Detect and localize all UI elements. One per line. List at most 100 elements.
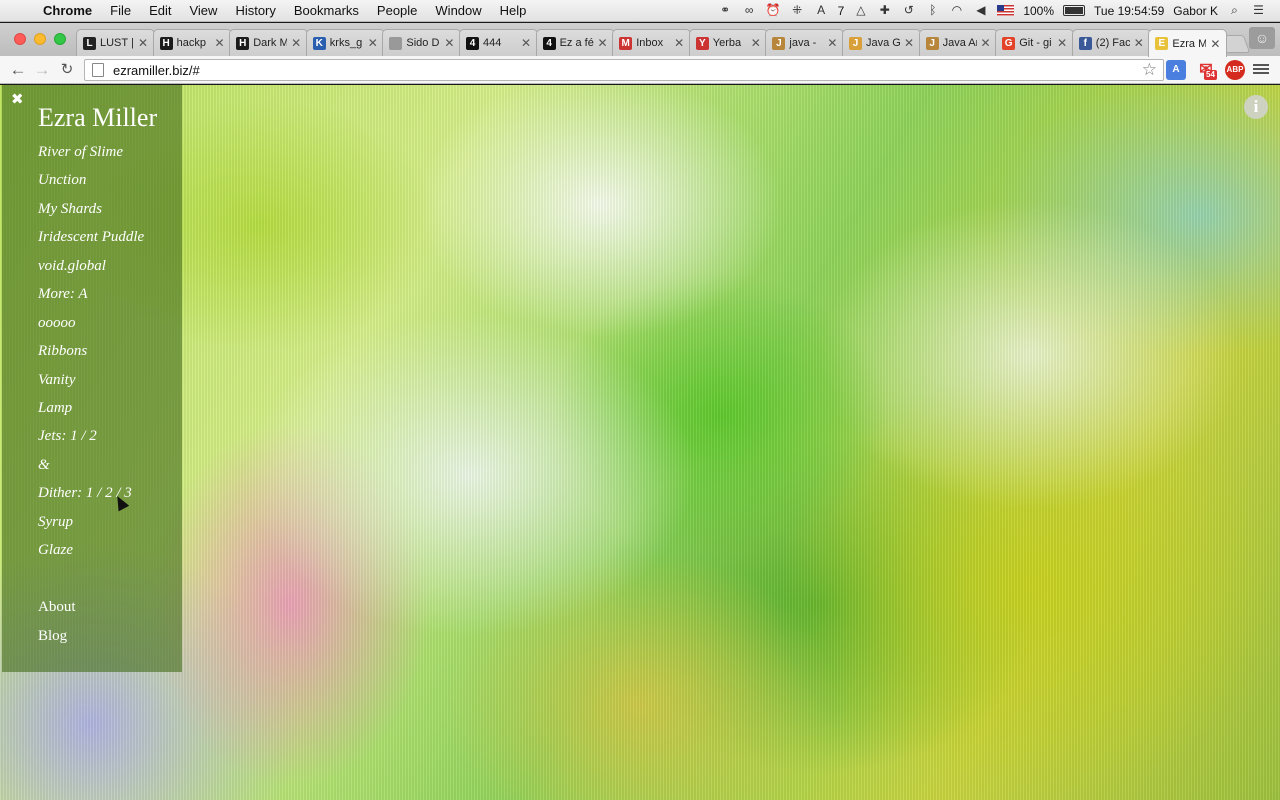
tab[interactable]: Y Yerba ✕: [688, 29, 768, 56]
work-link[interactable]: Dither: 1 / 2 / 3: [38, 483, 144, 511]
forward-icon[interactable]: →: [32, 60, 52, 80]
work-link[interactable]: River of Slime: [38, 142, 144, 170]
adobe-icon[interactable]: A: [814, 4, 829, 17]
bookmark-star-icon[interactable]: ☆: [1142, 60, 1157, 80]
work-link[interactable]: &: [38, 455, 144, 483]
tab-close-icon[interactable]: ✕: [598, 36, 608, 50]
tab[interactable]: Kkrks_g ✕: [305, 29, 385, 56]
tab-close-icon[interactable]: ✕: [521, 36, 531, 50]
tab-close-icon[interactable]: ✕: [981, 36, 991, 50]
adobe-count: 7: [837, 3, 845, 18]
tab-close-icon[interactable]: ✕: [1134, 36, 1144, 50]
tab[interactable]: f (2) Fac ✕: [1071, 29, 1151, 56]
tab-close-icon[interactable]: ✕: [751, 36, 761, 50]
tab[interactable]: 4 Ez a fé ✕: [535, 29, 615, 56]
menu-file[interactable]: File: [101, 3, 140, 18]
tab[interactable]: E Ezra M ✕: [1148, 29, 1228, 57]
spotlight-search-icon[interactable]: ⌕: [1227, 4, 1242, 17]
tab[interactable]: Jjava - ✕: [765, 29, 845, 56]
address-bar[interactable]: ezramiller.biz/# ☆: [84, 59, 1164, 81]
menu-app-name[interactable]: Chrome: [34, 3, 101, 18]
pages-list: About Blog: [38, 597, 76, 654]
minimize-window-button[interactable]: [34, 33, 46, 45]
glasses-icon[interactable]: ∞: [742, 4, 757, 17]
tab[interactable]: G Git - gi ✕: [995, 29, 1075, 56]
work-link[interactable]: Vanity: [38, 370, 144, 398]
drive-icon[interactable]: △: [853, 4, 868, 17]
page-icon: [92, 63, 104, 77]
tab[interactable]: Hhackp ✕: [152, 29, 232, 56]
back-icon[interactable]: ←: [8, 60, 28, 80]
work-link[interactable]: More: A: [38, 284, 144, 312]
tab-close-icon[interactable]: ✕: [827, 36, 837, 50]
notification-center-icon[interactable]: ☰: [1251, 4, 1266, 17]
tab-close-icon[interactable]: ✕: [674, 36, 684, 50]
tab[interactable]: M Inbox ✕: [612, 29, 692, 56]
tab[interactable]: 4 444 ✕: [459, 29, 538, 56]
menu-bookmarks[interactable]: Bookmarks: [285, 3, 368, 18]
tab[interactable]: H Dark M ✕: [229, 29, 309, 56]
work-link[interactable]: ooooo: [38, 313, 144, 341]
status-area: ⚭ ∞ ⏰ ⁜ A 7 △ ✚ ↺ ᛒ ◠ ◀ 100% Tue 19:54:5…: [718, 4, 1280, 18]
adblock-plus-icon[interactable]: ABP: [1225, 60, 1245, 80]
work-link[interactable]: Jets: 1 / 2: [38, 426, 144, 454]
info-icon[interactable]: i: [1244, 95, 1268, 119]
tab-favicon-icon: 4: [542, 36, 556, 50]
tab-close-icon[interactable]: ✕: [368, 36, 378, 50]
work-link[interactable]: Lamp: [38, 398, 144, 426]
close-menu-icon[interactable]: ✖: [11, 92, 24, 107]
tab-close-icon[interactable]: ✕: [138, 36, 148, 50]
wifi-icon[interactable]: ◠: [949, 4, 964, 17]
grid-icon[interactable]: ⁜: [790, 4, 805, 17]
work-link[interactable]: Glaze: [38, 540, 144, 568]
menu-view[interactable]: View: [180, 3, 226, 18]
work-link[interactable]: Syrup: [38, 512, 144, 540]
page-link-about[interactable]: About: [38, 597, 76, 626]
clock[interactable]: Tue 19:54:59: [1094, 4, 1164, 18]
tab-close-icon[interactable]: ✕: [1057, 36, 1067, 50]
site-title[interactable]: Ezra Miller: [38, 103, 157, 133]
tab[interactable]: J Java Ar ✕: [918, 29, 998, 56]
zoom-window-button[interactable]: [54, 33, 66, 45]
tab-close-icon[interactable]: ✕: [1210, 37, 1220, 51]
volume-icon[interactable]: ◀: [973, 4, 988, 17]
us-flag-icon[interactable]: [997, 5, 1015, 16]
alarm-icon[interactable]: ⏰: [766, 4, 781, 17]
profile-icon[interactable]: ☺: [1249, 27, 1275, 49]
translate-extension-icon[interactable]: A: [1166, 60, 1186, 80]
menu-history[interactable]: History: [226, 3, 284, 18]
work-link[interactable]: Unction: [38, 170, 144, 198]
plus-icon[interactable]: ✚: [877, 4, 892, 17]
tab-close-icon[interactable]: ✕: [215, 36, 225, 50]
menu-help[interactable]: Help: [491, 3, 536, 18]
user-name[interactable]: Gabor K: [1173, 4, 1218, 18]
tab-label: Java Ar: [942, 37, 977, 49]
tab-favicon-icon: E: [1155, 37, 1169, 50]
work-link[interactable]: void.global: [38, 256, 144, 284]
page-link-blog[interactable]: Blog: [38, 626, 76, 655]
tab[interactable]: J Java Ge ✕: [842, 29, 921, 56]
menu-window[interactable]: Window: [426, 3, 490, 18]
tab[interactable]: L LUST | ✕: [76, 29, 155, 56]
tab-close-icon[interactable]: ✕: [291, 36, 301, 50]
macos-menu-bar: Chrome File Edit View History Bookmarks …: [0, 0, 1280, 22]
tab-label: (2) Fac: [1095, 37, 1130, 49]
work-link[interactable]: Ribbons: [38, 341, 144, 369]
reload-icon[interactable]: ↻: [57, 60, 77, 80]
menu-people[interactable]: People: [368, 3, 426, 18]
bluetooth-icon[interactable]: ᛒ: [925, 4, 940, 17]
close-window-button[interactable]: [14, 33, 26, 45]
chrome-menu-icon[interactable]: [1253, 62, 1269, 78]
tab-label: Inbox: [636, 37, 664, 49]
menu-edit[interactable]: Edit: [140, 3, 180, 18]
time-machine-icon[interactable]: ↺: [901, 4, 916, 17]
link-icon[interactable]: ⚭: [718, 4, 733, 17]
tab[interactable]: Sido D ✕: [382, 29, 462, 56]
work-link[interactable]: Iridescent Puddle: [38, 227, 144, 255]
tab-strip: L LUST | ✕ Hhackp ✕ H Dark M ✕ Kkrks_g ✕ Sido D ✕ 4 4…: [0, 23, 1280, 57]
tab-close-icon[interactable]: ✕: [904, 36, 914, 50]
work-link[interactable]: My Shards: [38, 199, 144, 227]
url-text[interactable]: ezramiller.biz/#: [113, 63, 1142, 78]
tab-close-icon[interactable]: ✕: [444, 36, 454, 50]
battery-icon[interactable]: [1063, 5, 1086, 16]
